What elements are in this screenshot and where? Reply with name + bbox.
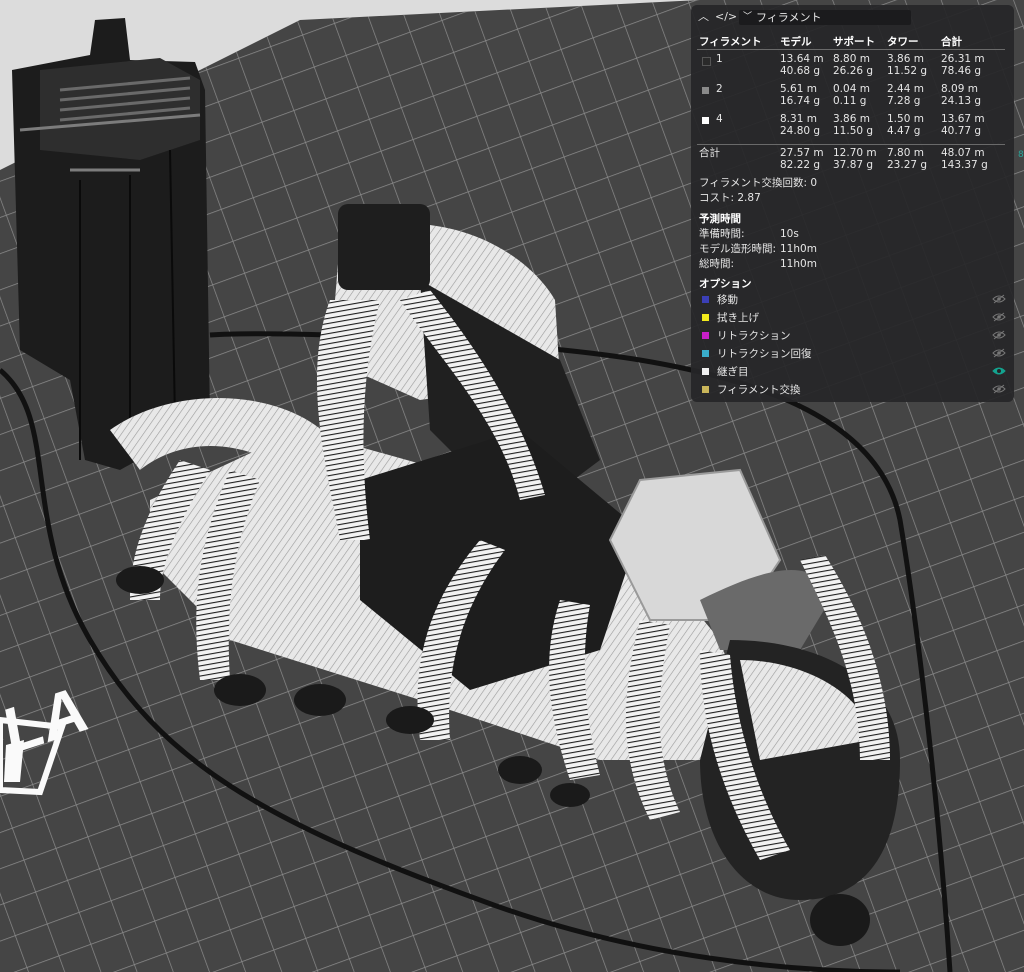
deretraction-swatch bbox=[702, 350, 709, 357]
sum-model-length: 27.57 m bbox=[780, 147, 824, 159]
header-tower: タワー bbox=[887, 36, 919, 48]
filament-4-tower-weight: 4.47 g bbox=[887, 125, 921, 137]
filament-change-swatch bbox=[702, 386, 709, 393]
view-type-value: フィラメント bbox=[756, 11, 822, 24]
seam-swatch bbox=[702, 368, 709, 375]
sum-label: 合計 bbox=[699, 147, 720, 159]
filament-2-id: 2 bbox=[716, 83, 723, 95]
option-filament-change-label: フィラメント交換 bbox=[717, 384, 801, 396]
eye-hidden-icon[interactable] bbox=[992, 312, 1006, 322]
option-deretraction-label: リトラクション回復 bbox=[717, 348, 812, 360]
header-model: モデル bbox=[780, 36, 812, 48]
sum-support-weight: 37.87 g bbox=[833, 159, 874, 171]
filament-2-model-weight: 16.74 g bbox=[780, 95, 821, 107]
retraction-swatch bbox=[702, 332, 709, 339]
filament-2-tower-length: 2.44 m bbox=[887, 83, 924, 95]
eye-visible-icon[interactable] bbox=[992, 366, 1006, 376]
header-support: サポート bbox=[833, 36, 875, 48]
sum-tower-weight: 23.27 g bbox=[887, 159, 928, 171]
estimate-title: 予測時間 bbox=[699, 213, 741, 225]
filament-4-swatch bbox=[702, 117, 709, 124]
cost-text: コスト: 2.87 bbox=[699, 192, 761, 204]
option-travel-label: 移動 bbox=[717, 294, 738, 306]
filament-4-support-weight: 11.50 g bbox=[833, 125, 874, 137]
sum-model-weight: 82.22 g bbox=[780, 159, 821, 171]
filament-1-id: 1 bbox=[716, 53, 723, 65]
filament-1-support-length: 8.80 m bbox=[833, 53, 870, 65]
code-icon[interactable]: </> bbox=[715, 10, 737, 24]
filament-1-tower-length: 3.86 m bbox=[887, 53, 924, 65]
wipe-swatch bbox=[702, 314, 709, 321]
filament-change-count: フィラメント交換回数: 0 bbox=[699, 177, 818, 189]
model-print-time-label: モデル造形時間: bbox=[699, 243, 777, 255]
model-print-time-value: 11h0m bbox=[780, 243, 817, 255]
slice-info-panel: ︿ </> ﹀ フィラメント フィラメント モデル サポート タワー 合計 1 … bbox=[691, 5, 1014, 402]
filament-1-model-length: 13.64 m bbox=[780, 53, 824, 65]
header-total: 合計 bbox=[941, 36, 962, 48]
filament-4-total-weight: 40.77 g bbox=[941, 125, 982, 137]
filament-2-support-weight: 0.11 g bbox=[833, 95, 867, 107]
filament-2-swatch bbox=[702, 87, 709, 94]
filament-1-swatch bbox=[702, 57, 711, 66]
option-seam-label: 継ぎ目 bbox=[717, 366, 749, 378]
filament-4-model-length: 8.31 m bbox=[780, 113, 817, 125]
sum-tower-length: 7.80 m bbox=[887, 147, 924, 159]
eye-hidden-icon[interactable] bbox=[992, 294, 1006, 304]
filament-4-id: 4 bbox=[716, 113, 723, 125]
option-wipe-label: 拭き上げ bbox=[717, 312, 759, 324]
eye-hidden-icon[interactable] bbox=[992, 384, 1006, 394]
filament-2-tower-weight: 7.28 g bbox=[887, 95, 921, 107]
filament-1-tower-weight: 11.52 g bbox=[887, 65, 928, 77]
filament-2-total-weight: 24.13 g bbox=[941, 95, 982, 107]
eye-hidden-icon[interactable] bbox=[992, 348, 1006, 358]
sum-total-weight: 143.37 g bbox=[941, 159, 988, 171]
filament-4-model-weight: 24.80 g bbox=[780, 125, 821, 137]
total-time-label: 総時間: bbox=[699, 258, 735, 270]
header-filament: フィラメント bbox=[699, 36, 762, 48]
edge-marker: 8 bbox=[1018, 150, 1024, 160]
sum-support-length: 12.70 m bbox=[833, 147, 877, 159]
option-retraction-label: リトラクション bbox=[717, 330, 791, 342]
filament-4-support-length: 3.86 m bbox=[833, 113, 870, 125]
filament-4-total-length: 13.67 m bbox=[941, 113, 985, 125]
options-title: オプション bbox=[699, 278, 752, 290]
eye-hidden-icon[interactable] bbox=[992, 330, 1006, 340]
filament-4-tower-length: 1.50 m bbox=[887, 113, 924, 125]
filament-2-support-length: 0.04 m bbox=[833, 83, 870, 95]
filament-1-model-weight: 40.68 g bbox=[780, 65, 821, 77]
chevron-down-icon: ﹀ bbox=[743, 12, 753, 22]
prepare-time-value: 10s bbox=[780, 228, 799, 240]
filament-2-total-length: 8.09 m bbox=[941, 83, 978, 95]
filament-1-support-weight: 26.26 g bbox=[833, 65, 874, 77]
collapse-icon[interactable]: ︿ bbox=[698, 10, 709, 24]
filament-2-model-length: 5.61 m bbox=[780, 83, 817, 95]
sum-total-length: 48.07 m bbox=[941, 147, 985, 159]
total-time-value: 11h0m bbox=[780, 258, 817, 270]
filament-1-total-length: 26.31 m bbox=[941, 53, 985, 65]
prepare-time-label: 準備時間: bbox=[699, 228, 745, 240]
travel-swatch bbox=[702, 296, 709, 303]
sum-divider bbox=[697, 144, 1005, 145]
header-divider bbox=[697, 49, 1005, 50]
filament-1-total-weight: 78.46 g bbox=[941, 65, 982, 77]
view-type-select[interactable]: ﹀ フィラメント bbox=[739, 10, 911, 25]
